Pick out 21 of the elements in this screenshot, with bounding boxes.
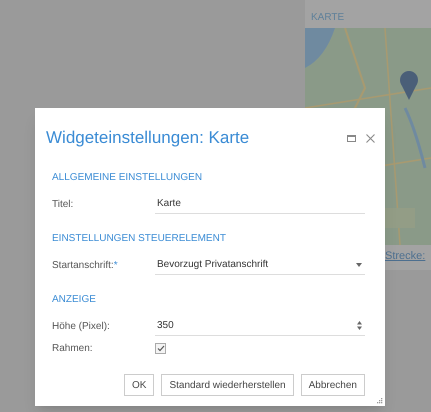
checkbox[interactable]: [155, 342, 166, 354]
field-label: Höhe (Pixel):: [52, 320, 111, 334]
section-heading: ALLGEMEINE EINSTELLUNGEN: [52, 171, 204, 185]
dialog-button[interactable]: Abbrechen: [300, 374, 365, 396]
input-field[interactable]: Karte: [155, 194, 365, 214]
maximize-icon[interactable]: [347, 134, 356, 142]
input-field[interactable]: 350: [155, 316, 365, 336]
field-label: Startanschrift:*: [52, 258, 119, 272]
spinner-icon[interactable]: [357, 321, 362, 330]
section-heading: EINSTELLUNGEN STEUERELEMENT: [52, 232, 227, 246]
field-label: Rahmen:: [52, 342, 94, 356]
dialog-button[interactable]: OK: [124, 374, 154, 396]
widget-title: KARTE: [310, 11, 346, 25]
resize-grip-icon[interactable]: [376, 397, 383, 404]
close-icon[interactable]: [366, 134, 375, 142]
dialog-button[interactable]: Standard wiederherstellen: [161, 374, 294, 396]
dialog-title: Widgeteinstellungen: Karte: [46, 127, 250, 150]
field-label: Titel:: [52, 198, 74, 212]
section-heading: ANZEIGE: [52, 293, 97, 307]
caret-icon[interactable]: [356, 262, 362, 266]
dropdown[interactable]: Bevorzugt Privatanschrift: [155, 255, 365, 275]
